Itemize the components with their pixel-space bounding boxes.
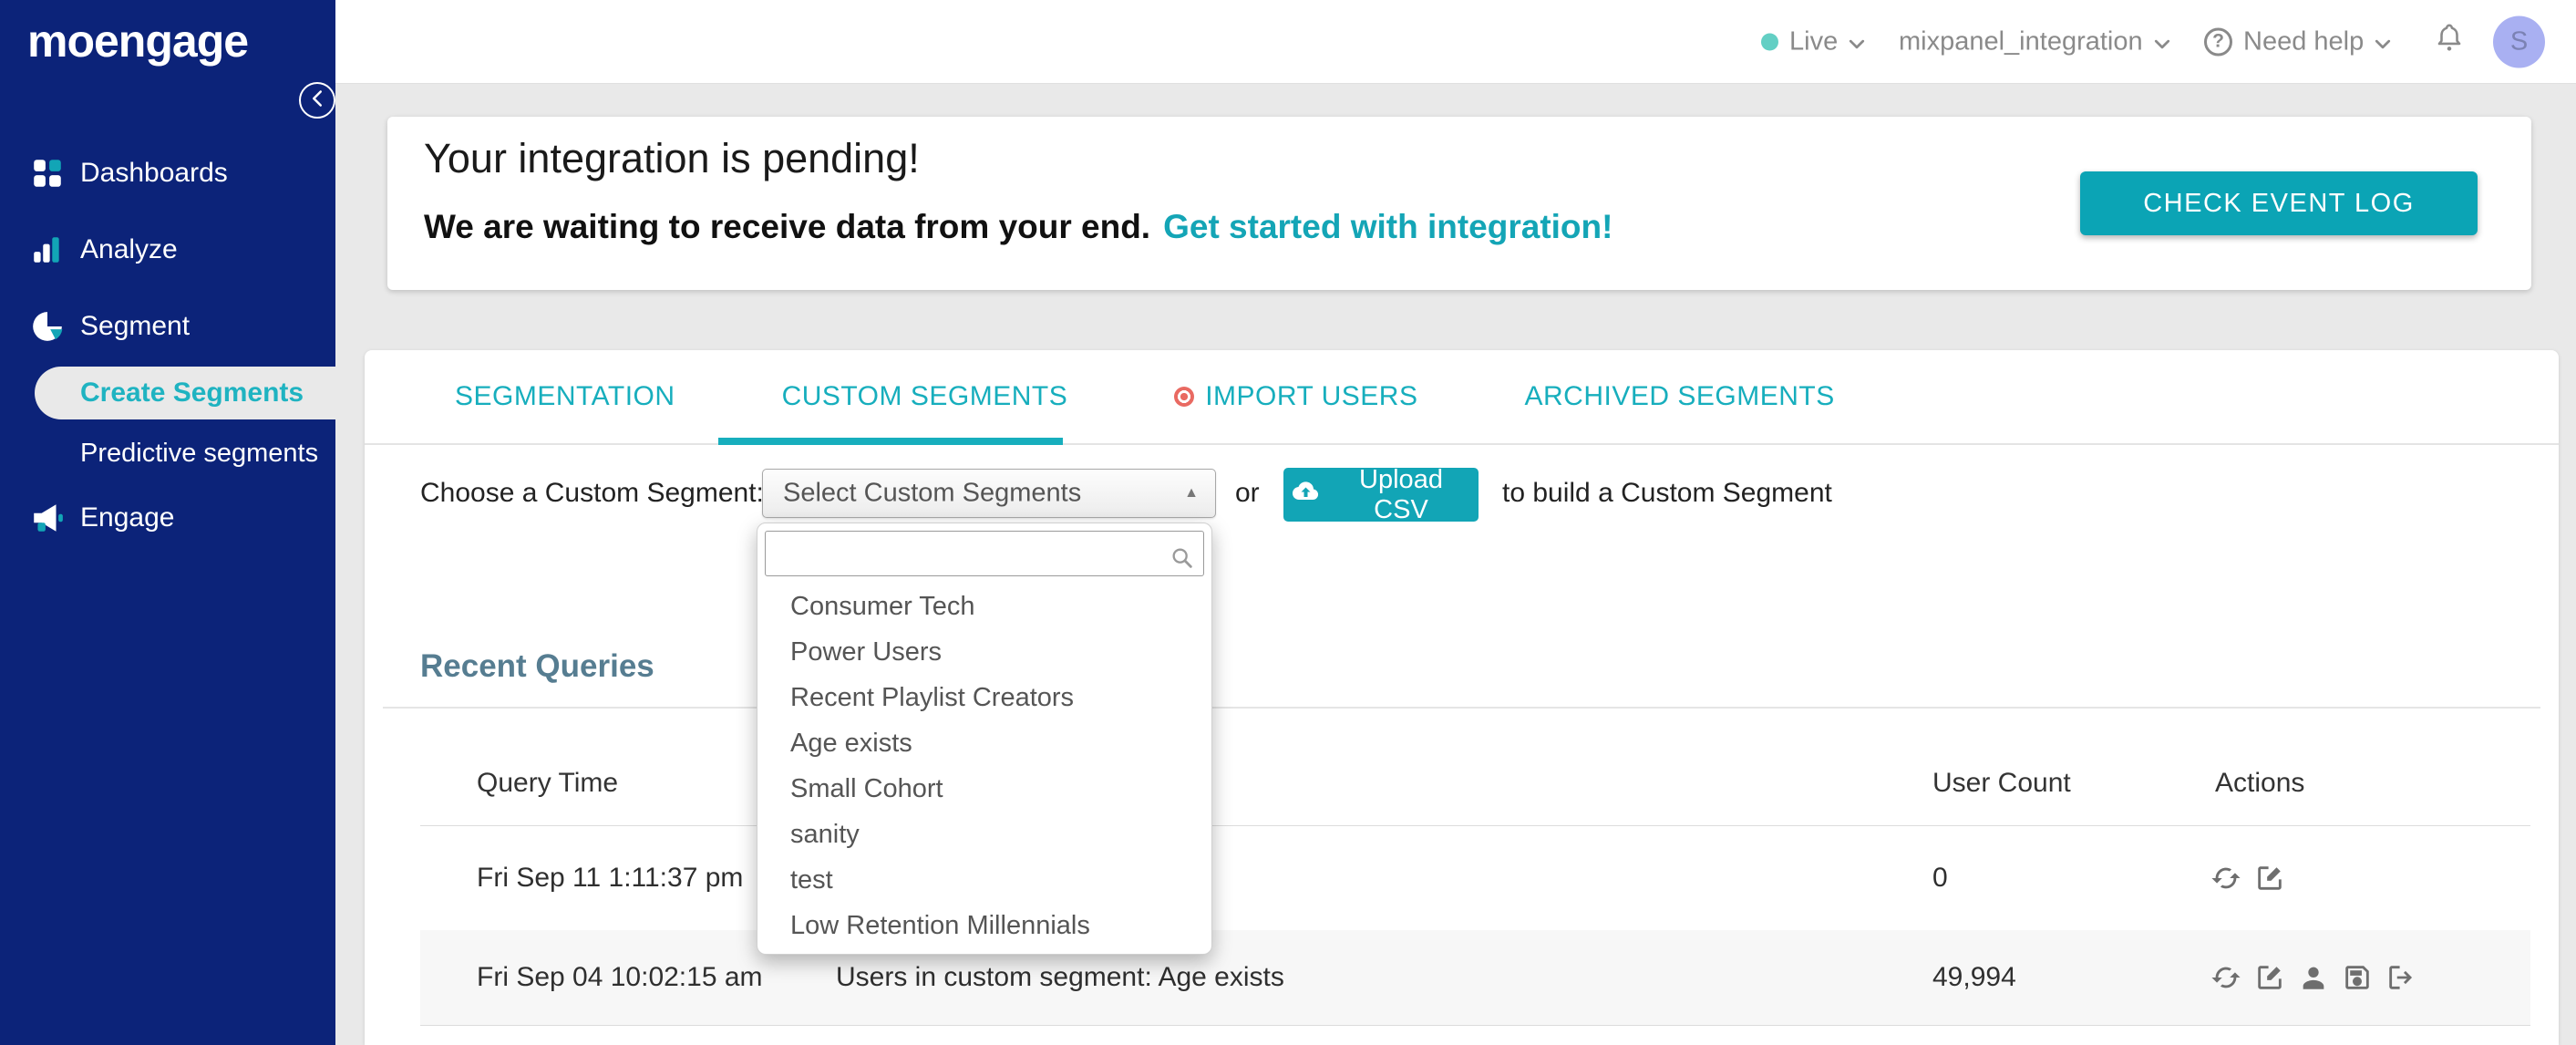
tab-bar: SEGMENTATION CUSTOM SEGMENTS IMPORT USER… [365, 350, 2559, 445]
user-icon[interactable] [2298, 962, 2329, 993]
check-event-log-button[interactable]: CHECK EVENT LOG [2080, 171, 2478, 235]
user-count-cell: 49,994 [1932, 962, 2016, 992]
segment-pie-icon [30, 309, 65, 344]
dropdown-option[interactable]: Power Users [757, 629, 1211, 675]
table-row: Fri Sep 11 1:11:37 pm 0 [420, 826, 2530, 930]
engage-megaphone-icon [30, 501, 65, 535]
edit-icon[interactable] [2254, 962, 2285, 993]
tab-label: IMPORT USERS [1205, 381, 1418, 411]
table-row: Fri Sep 04 10:02:15 am Users in custom s… [420, 930, 2530, 1026]
tab-custom-segments[interactable]: CUSTOM SEGMENTS [782, 381, 1068, 412]
sidebar-item-create-segments[interactable]: Create Segments [35, 367, 335, 419]
sidebar-item-engage[interactable]: Engage [0, 491, 335, 545]
query-time-cell: Fri Sep 04 10:02:15 am [477, 962, 763, 992]
moengage-logo: moengage [27, 16, 249, 67]
sidebar-item-label: Dashboards [80, 158, 228, 188]
dropdown-option[interactable]: sanity [757, 812, 1211, 857]
topbar: Live mixpanel_integration ? Need help S [335, 0, 2576, 84]
segments-card: SEGMENTATION CUSTOM SEGMENTS IMPORT USER… [365, 350, 2559, 1045]
or-label: or [1235, 478, 1260, 508]
actions-cell [2210, 863, 2285, 894]
upload-csv-label: Upload CSV [1359, 464, 1443, 524]
workspace-selector[interactable]: mixpanel_integration [1899, 26, 2170, 57]
live-status-dot [1761, 33, 1778, 50]
dropdown-option[interactable]: Consumer Tech [757, 584, 1211, 629]
chevron-down-icon [2154, 26, 2170, 57]
chevron-down-icon [1849, 26, 1865, 57]
refresh-icon[interactable] [2210, 962, 2241, 993]
app: moengage Dashboards Analyze Segment Crea… [0, 0, 2576, 1045]
environment-label: Live [1789, 26, 1839, 56]
user-count-cell: 0 [1932, 863, 1948, 893]
chevron-up-icon: ▲ [1184, 485, 1199, 501]
query-cell: Users in custom segment: Age exists [836, 962, 1284, 992]
get-started-link[interactable]: Get started with integration! [1163, 208, 1613, 245]
custom-segment-dropdown-panel: Consumer Tech Power Users Recent Playlis… [757, 522, 1212, 955]
column-header-query-time: Query Time [477, 768, 619, 798]
workspace-label: mixpanel_integration [1899, 26, 2143, 56]
sidebar: moengage Dashboards Analyze Segment Crea… [0, 0, 335, 1045]
environment-selector[interactable]: Live [1761, 26, 1865, 57]
need-help-label: Need help [2243, 26, 2365, 56]
tab-import-users[interactable]: IMPORT USERS [1174, 381, 1417, 412]
cloud-upload-icon [1289, 480, 1320, 511]
choose-segment-label: Choose a Custom Segment: [420, 478, 764, 508]
actions-cell [2210, 962, 2416, 993]
custom-segment-select[interactable]: Select Custom Segments ▲ [762, 469, 1216, 518]
avatar-initial: S [2509, 26, 2529, 56]
banner-message-text: We are waiting to receive data from your… [424, 208, 1151, 245]
dropdown-option[interactable]: Recent Playlist Creators [757, 675, 1211, 720]
tab-archived-segments[interactable]: ARCHIVED SEGMENTS [1524, 381, 1834, 412]
dashboards-grid-icon [30, 156, 65, 191]
search-icon [1170, 545, 1195, 575]
dropdown-option[interactable]: test [757, 857, 1211, 903]
sidebar-collapse-button[interactable] [299, 82, 335, 119]
query-time-cell: Fri Sep 11 1:11:37 pm [477, 863, 744, 893]
dropdown-option[interactable]: Age exists [757, 720, 1211, 766]
active-tab-indicator [718, 438, 1063, 445]
integration-banner: Your integration is pending! We are wait… [387, 117, 2531, 290]
build-segment-label: to build a Custom Segment [1502, 478, 1832, 508]
analyze-bars-icon [30, 233, 65, 267]
banner-message: We are waiting to receive data from your… [424, 208, 1613, 246]
export-icon[interactable] [2385, 962, 2416, 993]
sidebar-item-label: Analyze [80, 234, 178, 264]
sidebar-item-segment[interactable]: Segment [0, 299, 335, 354]
chevron-down-icon [2375, 26, 2391, 57]
sidebar-item-label: Predictive segments [80, 438, 319, 468]
sidebar-item-predictive-segments[interactable]: Predictive segments [0, 426, 335, 481]
edit-icon[interactable] [2254, 863, 2285, 894]
need-help-menu[interactable]: ? Need help [2204, 26, 2391, 57]
dropdown-option[interactable]: Low Retention Millennials [757, 903, 1211, 948]
sidebar-item-label: Create Segments [80, 378, 304, 408]
select-value: Select Custom Segments [783, 478, 1082, 508]
column-header-actions: Actions [2215, 768, 2305, 798]
user-avatar[interactable]: S [2493, 16, 2545, 67]
upload-csv-button[interactable]: Upload CSV [1283, 464, 1479, 524]
dropdown-search-input[interactable] [765, 531, 1204, 576]
notifications-button[interactable] [2434, 21, 2465, 63]
sidebar-item-dashboards[interactable]: Dashboards [0, 146, 335, 201]
divider [383, 707, 2540, 709]
save-icon[interactable] [2342, 962, 2373, 993]
dropdown-options-list: Consumer Tech Power Users Recent Playlis… [757, 584, 1211, 948]
sidebar-item-label: Engage [80, 502, 175, 533]
tab-segmentation[interactable]: SEGMENTATION [455, 381, 675, 412]
column-header-user-count: User Count [1932, 768, 2071, 798]
bell-icon [2434, 21, 2465, 63]
banner-title: Your integration is pending! [424, 135, 920, 181]
sidebar-item-label: Segment [80, 311, 191, 341]
refresh-icon[interactable] [2210, 863, 2241, 894]
import-users-dot-icon [1174, 387, 1195, 407]
chevron-left-icon [310, 89, 325, 112]
sidebar-item-analyze[interactable]: Analyze [0, 222, 335, 277]
recent-queries-title: Recent Queries [420, 648, 654, 684]
help-question-icon: ? [2204, 27, 2232, 56]
dropdown-option[interactable]: Small Cohort [757, 766, 1211, 812]
